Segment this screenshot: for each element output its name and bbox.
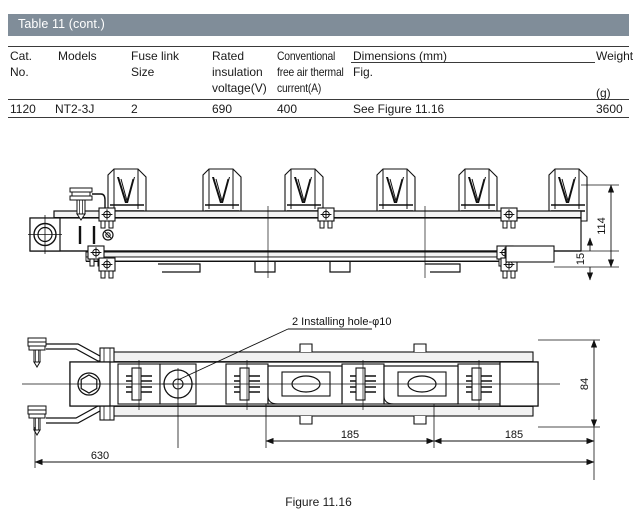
column-header-models: Models xyxy=(58,49,97,63)
cell-dimensions-fig: See Figure 11.16 xyxy=(353,102,445,116)
column-header-weight-unit: (g) xyxy=(596,86,611,100)
dimension-height-base: 15 xyxy=(575,253,587,265)
column-header-conventional-line2: free air thermal xyxy=(277,65,344,79)
dimension-pitch-1: 185 xyxy=(341,429,359,441)
cell-models: NT2-3J xyxy=(55,102,95,116)
column-header-rated-line2: insulation xyxy=(212,65,263,79)
column-header-conventional-line3: current(A) xyxy=(277,81,322,95)
dimension-overall-length: 630 xyxy=(91,450,109,462)
dimension-pitch-2: 185 xyxy=(505,429,523,441)
plan-bolt-upper xyxy=(27,337,47,368)
column-header-dimensions-fig: Fig. xyxy=(353,65,374,79)
column-header-rated-line1: Rated xyxy=(212,49,245,63)
column-header-fuse-link-size: Fuse link Size xyxy=(131,48,179,80)
plan-bolt-lower xyxy=(27,405,47,436)
terminal-screw-lower-left2 xyxy=(98,257,116,279)
dimension-height-overall: 114 xyxy=(596,217,608,235)
column-header-fuse-link-line1: Fuse link xyxy=(131,49,180,63)
cell-cat-no: 1120 xyxy=(10,102,36,116)
center-plate xyxy=(267,365,343,405)
column-header-conventional-line1: Conventional xyxy=(277,49,336,63)
plan-view xyxy=(22,337,560,448)
table-rule-header-bottom xyxy=(8,99,629,100)
technical-drawing: 114 15 2 Installing hole-φ10 84 185 185 … xyxy=(0,128,637,488)
column-header-rated-insulation-voltage: Rated insulation voltage(V) xyxy=(212,48,267,96)
figure-caption: Figure 11.16 xyxy=(285,495,352,509)
dimension-width-body: 84 xyxy=(579,378,591,390)
column-header-cat-no-line1: Cat. xyxy=(10,49,33,63)
column-header-conventional-current: Conventional free air thermal current(A) xyxy=(277,48,344,96)
table-rule-header-top xyxy=(8,46,629,47)
cell-weight: 3600 xyxy=(596,102,623,116)
column-header-rated-line3: voltage(V) xyxy=(212,81,267,95)
column-header-fuse-link-line2: Size xyxy=(131,65,155,79)
table-title: Table 11 (cont.) xyxy=(18,17,105,31)
annotation-installing-hole-label: 2 Installing hole-φ10 xyxy=(292,316,391,328)
column-header-weight: Weight xyxy=(596,49,634,63)
cell-rated-insulation-voltage: 690 xyxy=(212,102,233,116)
cell-conventional-current: 400 xyxy=(277,102,298,116)
column-header-cat-no-line2: No. xyxy=(10,65,29,79)
table-rule-row-bottom xyxy=(8,117,629,118)
column-header-cat-no: Cat. No. xyxy=(10,48,32,80)
column-header-dimensions: Dimensions (mm) xyxy=(353,49,448,63)
cell-fuse-link-size: 2 xyxy=(131,102,138,116)
side-elevation-view xyxy=(28,168,588,279)
right-plate xyxy=(383,365,459,405)
